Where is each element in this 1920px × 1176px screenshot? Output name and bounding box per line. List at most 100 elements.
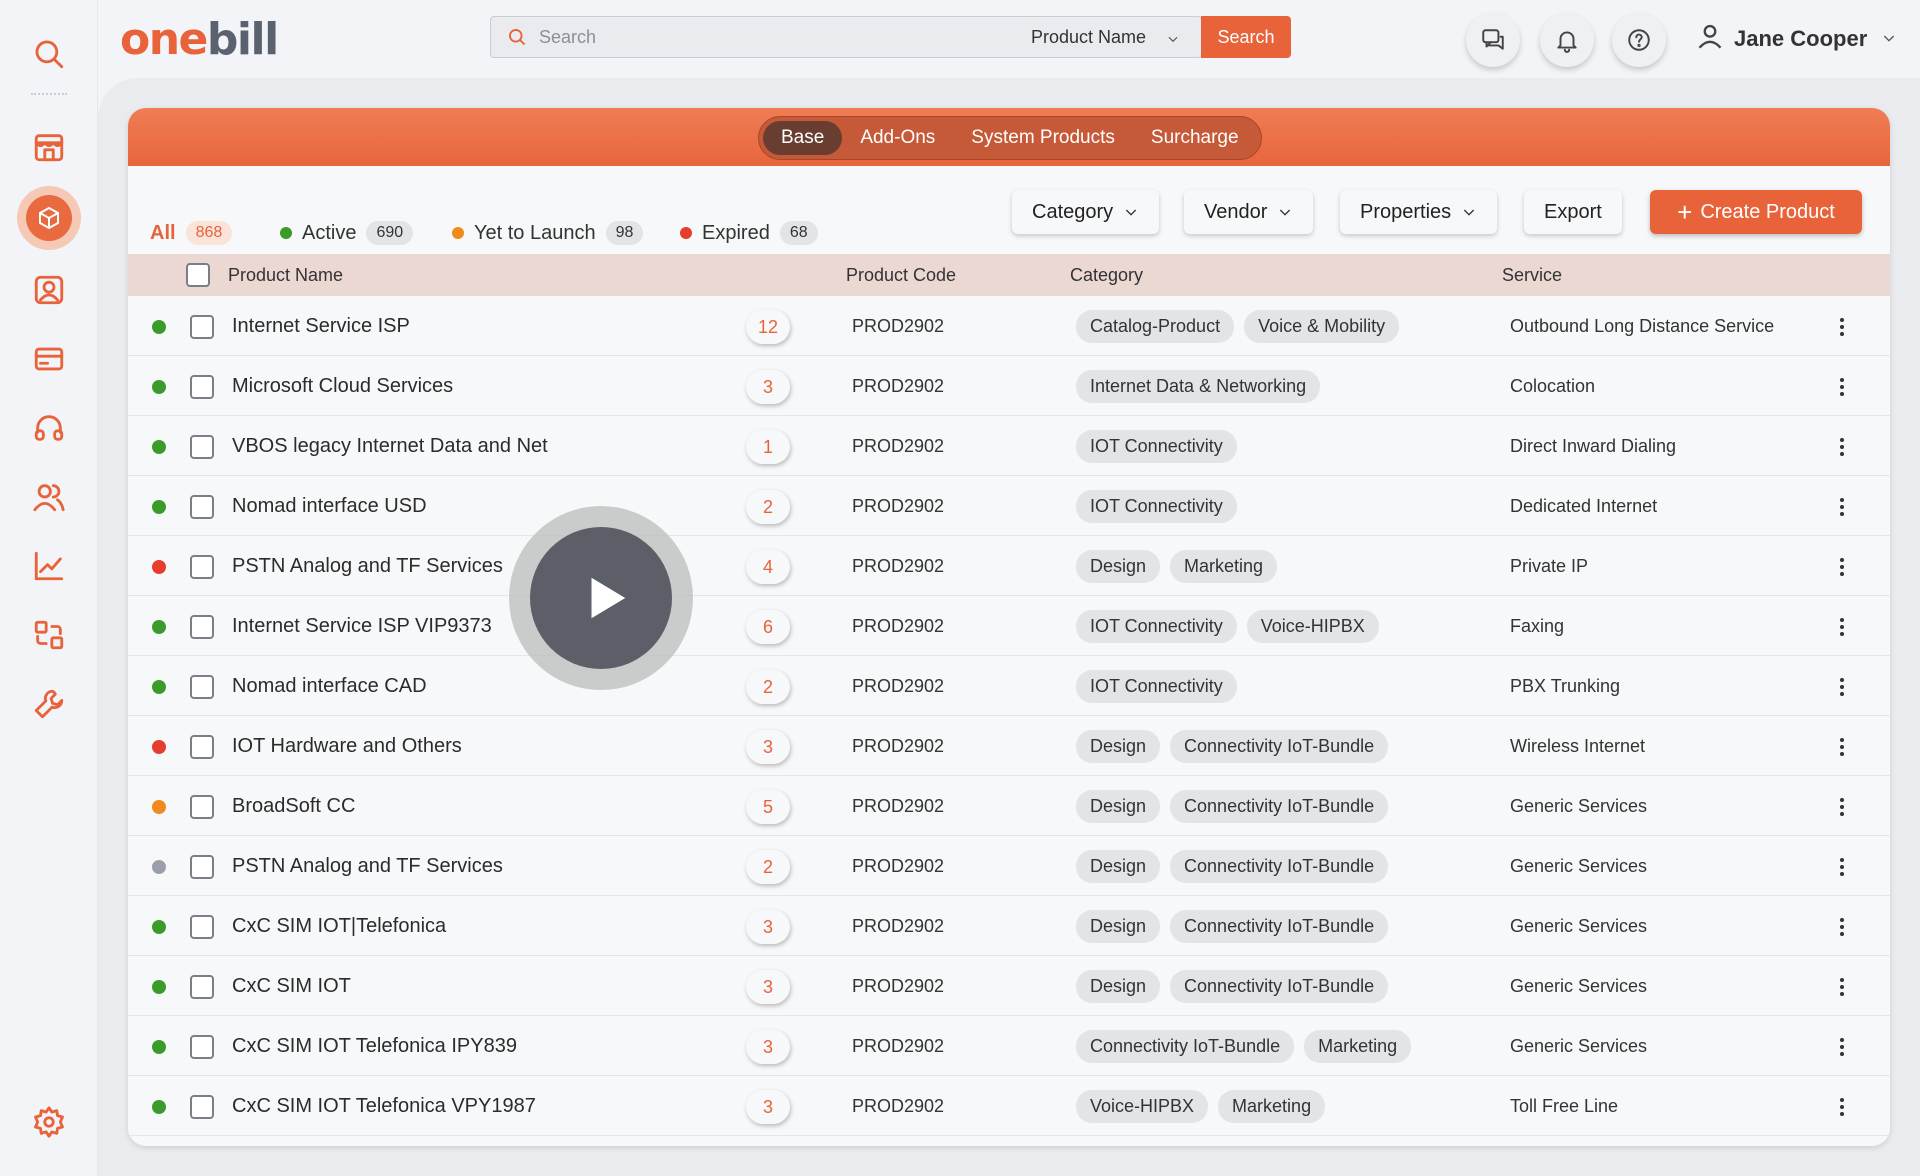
segment-add-ons[interactable]: Add-Ons <box>842 121 953 155</box>
product-name[interactable]: BroadSoft CC <box>232 795 355 818</box>
product-name[interactable]: PSTN Analog and TF Services <box>232 555 503 578</box>
row-checkbox[interactable] <box>190 675 214 699</box>
more-options-icon[interactable] <box>1832 974 1852 1000</box>
export-button[interactable]: Export <box>1524 190 1622 234</box>
table-row[interactable]: PSTN Analog and TF Services 4 PROD2902 Desi… <box>128 536 1890 596</box>
settings-icon[interactable] <box>17 1090 81 1154</box>
billing-card-icon[interactable] <box>17 327 81 391</box>
product-name[interactable]: CxC SIM IOT Telefonica IPY839 <box>232 1035 517 1058</box>
product-name[interactable]: CxC SIM IOT Telefonica VPY1987 <box>232 1095 536 1118</box>
row-checkbox[interactable] <box>190 615 214 639</box>
column-header-product-code[interactable]: Product Code <box>846 265 956 286</box>
column-header-product-name[interactable]: Product Name <box>228 265 343 286</box>
product-box-icon[interactable] <box>17 186 81 250</box>
brand-logo[interactable]: onebill <box>120 10 279 70</box>
product-name[interactable]: CxC SIM IOT <box>232 975 351 998</box>
search-button[interactable]: Search <box>1201 16 1291 58</box>
chat-button[interactable] <box>1466 13 1520 67</box>
variant-count-badge[interactable]: 3 <box>746 370 790 404</box>
row-checkbox[interactable] <box>190 315 214 339</box>
row-checkbox[interactable] <box>190 375 214 399</box>
product-name[interactable]: PSTN Analog and TF Services <box>232 855 503 878</box>
row-checkbox[interactable] <box>190 495 214 519</box>
more-options-icon[interactable] <box>1832 314 1852 340</box>
table-row[interactable]: CxC SIM IOT|Telefonica 3 PROD2902 Design Con… <box>128 896 1890 956</box>
variant-count-badge[interactable]: 3 <box>746 730 790 764</box>
variant-count-badge[interactable]: 6 <box>746 610 790 644</box>
table-row[interactable]: Nomad interface CAD 2 PROD2902 IOT Connecti… <box>128 656 1890 716</box>
variant-count-badge[interactable]: 2 <box>746 670 790 704</box>
create-product-button[interactable]: + Create Product <box>1650 190 1862 234</box>
more-options-icon[interactable] <box>1832 1034 1852 1060</box>
analytics-icon[interactable] <box>17 534 81 598</box>
table-row[interactable]: IOT Hardware and Others 3 PROD2902 Design Co… <box>128 716 1890 776</box>
more-options-icon[interactable] <box>1832 494 1852 520</box>
more-options-icon[interactable] <box>1832 674 1852 700</box>
row-checkbox[interactable] <box>190 735 214 759</box>
storefront-icon[interactable] <box>17 115 81 179</box>
help-button[interactable] <box>1612 13 1666 67</box>
row-checkbox[interactable] <box>190 555 214 579</box>
more-options-icon[interactable] <box>1832 614 1852 640</box>
variant-count-badge[interactable]: 4 <box>746 550 790 584</box>
vendor-filter-button[interactable]: Vendor <box>1184 190 1314 234</box>
row-checkbox[interactable] <box>190 1035 214 1059</box>
table-row[interactable]: Internet Service ISP 12 PROD2902 Catalog-Pr… <box>128 296 1890 356</box>
product-name[interactable]: Nomad interface CAD <box>232 675 427 698</box>
product-name[interactable]: CxC SIM IOT|Telefonica <box>232 915 446 938</box>
more-options-icon[interactable] <box>1832 794 1852 820</box>
table-row[interactable]: Internet Service ISP VIP9373 6 PROD2902 IOT… <box>128 596 1890 656</box>
product-name[interactable]: IOT Hardware and Others <box>232 735 462 758</box>
column-header-category[interactable]: Category <box>1070 265 1143 286</box>
notifications-button[interactable] <box>1540 13 1594 67</box>
search-input[interactable] <box>539 26 1019 48</box>
variant-count-badge[interactable]: 3 <box>746 910 790 944</box>
row-checkbox[interactable] <box>190 1095 214 1119</box>
variant-count-badge[interactable]: 2 <box>746 490 790 524</box>
table-row[interactable]: CxC SIM IOT Telefonica IPY839 3 PROD2902 Co… <box>128 1016 1890 1076</box>
select-all-checkbox[interactable] <box>186 263 210 287</box>
table-row[interactable]: CxC SIM IOT Telefonica VPY1987 3 PROD2902 V… <box>128 1076 1890 1136</box>
support-headset-icon[interactable] <box>17 396 81 460</box>
tab-yet-to-launch[interactable]: Yet to Launch 98 <box>452 218 644 248</box>
product-name[interactable]: Nomad interface USD <box>232 495 427 518</box>
search-type-select[interactable]: Product Name <box>1031 17 1180 57</box>
column-header-service[interactable]: Service <box>1502 265 1562 286</box>
segment-base[interactable]: Base <box>763 121 843 155</box>
table-row[interactable]: Nomad interface USD 2 PROD2902 IOT Connecti… <box>128 476 1890 536</box>
category-filter-button[interactable]: Category <box>1012 190 1160 234</box>
variant-count-badge[interactable]: 3 <box>746 970 790 1004</box>
variant-count-badge[interactable]: 1 <box>746 430 790 464</box>
row-checkbox[interactable] <box>190 795 214 819</box>
more-options-icon[interactable] <box>1832 1094 1852 1120</box>
more-options-icon[interactable] <box>1832 374 1852 400</box>
table-row[interactable]: PSTN Analog and TF Services 2 PROD2902 Desi… <box>128 836 1890 896</box>
variant-count-badge[interactable]: 5 <box>746 790 790 824</box>
more-options-icon[interactable] <box>1832 734 1852 760</box>
tools-icon[interactable] <box>17 672 81 736</box>
search-icon[interactable] <box>17 22 81 86</box>
video-play-button[interactable] <box>509 506 693 690</box>
tab-all[interactable]: All 868 <box>150 218 233 248</box>
variant-count-badge[interactable]: 12 <box>746 310 790 344</box>
user-menu[interactable]: Jane Cooper <box>1696 22 1897 56</box>
table-row[interactable]: VBOS legacy Internet Data and Net 1 PROD29… <box>128 416 1890 476</box>
more-options-icon[interactable] <box>1832 554 1852 580</box>
product-name[interactable]: Microsoft Cloud Services <box>232 375 453 398</box>
tab-expired[interactable]: Expired 68 <box>680 218 818 248</box>
segment-system-products[interactable]: System Products <box>953 121 1133 155</box>
table-row[interactable]: BroadSoft CC 5 PROD2902 Design Connectivity … <box>128 776 1890 836</box>
table-row[interactable]: CxC SIM IOT 3 PROD2902 Design Connectivity I… <box>128 956 1890 1016</box>
customer-card-icon[interactable] <box>17 258 81 322</box>
more-options-icon[interactable] <box>1832 434 1852 460</box>
variant-count-badge[interactable]: 3 <box>746 1090 790 1124</box>
users-icon[interactable] <box>17 465 81 529</box>
more-options-icon[interactable] <box>1832 854 1852 880</box>
product-name[interactable]: Internet Service ISP <box>232 315 410 338</box>
segment-surcharge[interactable]: Surcharge <box>1133 121 1257 155</box>
product-name[interactable]: Internet Service ISP VIP9373 <box>232 615 492 638</box>
variant-count-badge[interactable]: 2 <box>746 850 790 884</box>
variant-count-badge[interactable]: 3 <box>746 1030 790 1064</box>
row-checkbox[interactable] <box>190 915 214 939</box>
row-checkbox[interactable] <box>190 855 214 879</box>
